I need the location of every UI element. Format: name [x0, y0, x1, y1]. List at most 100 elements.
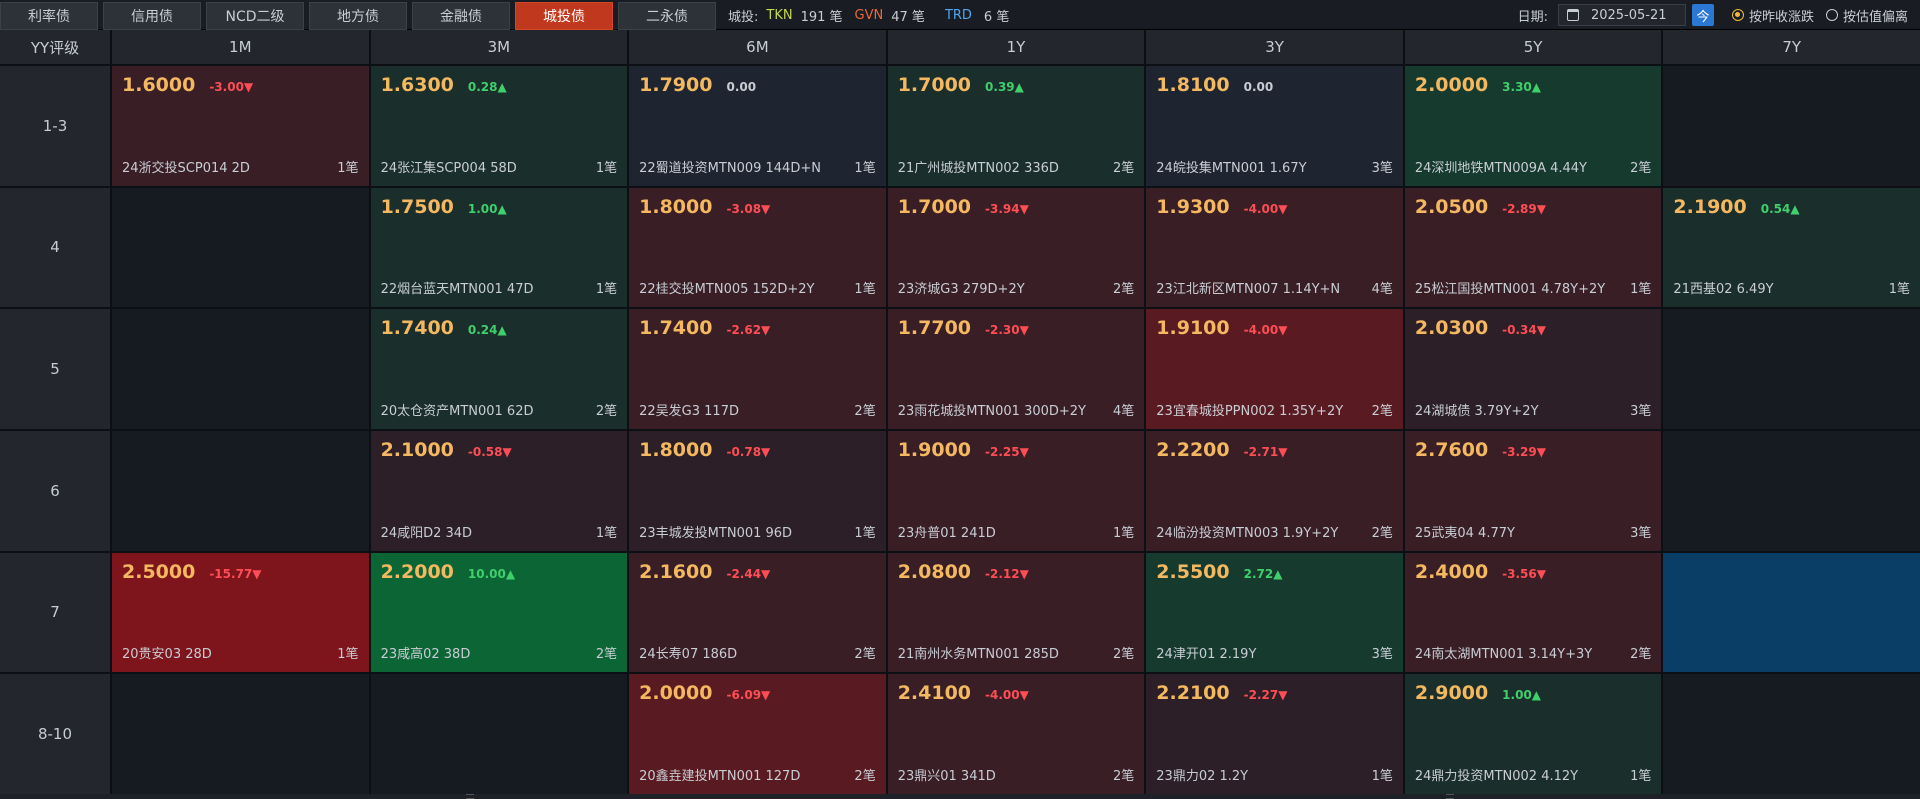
cell-yield: 2.2200	[1156, 438, 1230, 461]
yield-matrix: YY评级 1M 3M 6M 1Y 3Y 5Y 7Y 1-3 1.6000 -3.00▼ 24浙交投SC…	[0, 30, 1920, 794]
cell-yield: 2.1000	[380, 438, 454, 461]
cell-bond-name: 23鼎兴01 341D	[897, 768, 996, 784]
splitter-handle-icon[interactable]	[466, 794, 474, 799]
date-picker[interactable]: 2025-05-21	[1557, 4, 1686, 26]
matrix-cell[interactable]: 2.0000 -6.09▼ 20鑫垚建投MTN001 127D 2笔	[629, 674, 886, 794]
cell-yield: 2.1600	[639, 560, 713, 583]
bottom-splitter[interactable]	[0, 794, 1920, 799]
matrix-cell[interactable]: 1.8000 -3.08▼ 22桂交投MTN005 152D+2Y 1笔	[629, 187, 886, 308]
cell-bond-name: 21广州城投MTN002 336D	[897, 160, 1059, 176]
matrix-cell[interactable]: 2.9000 1.00▲ 24鼎力投资MTN002 4.12Y 1笔	[1404, 674, 1662, 794]
cell-trade-count: 2笔	[854, 403, 876, 419]
calendar-icon[interactable]	[1566, 9, 1579, 21]
tenor-header-1[interactable]: 3M	[370, 30, 628, 64]
radio-by-prev-close[interactable]: 按昨收涨跌	[1731, 6, 1814, 25]
tab-2[interactable]: NCD二级	[206, 2, 304, 30]
cell-bond-name: 20贵安03 28D	[122, 647, 212, 663]
splitter-handle-icon[interactable]	[1446, 794, 1454, 799]
matrix-cell[interactable]: 1.7000 -3.94▼ 23济城G3 279D+2Y 2笔	[887, 187, 1145, 308]
matrix-cell[interactable]: 2.5000 -15.77▼ 20贵安03 28D 1笔	[112, 552, 369, 673]
matrix-cell[interactable]: 1.7500 1.00▲ 22烟台蓝天MTN001 47D 1笔	[370, 187, 628, 308]
matrix-cell[interactable]: 1.7400 0.24▲ 20太仓资产MTN001 62D 2笔	[370, 309, 628, 429]
matrix-cell[interactable]: 2.5500 2.72▲ 24津开01 2.19Y 3笔	[1146, 552, 1403, 673]
cell-trade-count: 4笔	[1113, 403, 1135, 419]
matrix-cell[interactable]: 2.0000 3.30▲ 24深圳地铁MTN009A 4.44Y 2笔	[1404, 66, 1662, 186]
tab-1[interactable]: 信用债	[103, 2, 201, 30]
tab-3[interactable]: 地方债	[309, 2, 407, 30]
cell-bond-name: 22桂交投MTN005 152D+2Y	[639, 282, 815, 298]
matrix-cell[interactable]: 2.2000 10.00▲ 23咸高02 38D 2笔	[370, 552, 628, 673]
tenor-header-5[interactable]: 5Y	[1404, 30, 1662, 64]
cell-trade-count: 1笔	[854, 525, 876, 541]
cell-change: 0.24▲	[467, 323, 507, 338]
matrix-cell[interactable]: 1.9100 -4.00▼ 23宜春城投PPN002 1.35Y+2Y 2笔	[1146, 309, 1403, 429]
cell-bond-name: 24临汾投资MTN003 1.9Y+2Y	[1156, 525, 1339, 541]
cell-trade-count: 2笔	[1630, 647, 1652, 663]
today-button[interactable]: 今	[1691, 4, 1714, 26]
cell-yield: 1.7000	[897, 74, 972, 96]
matrix-cell[interactable]: 2.1600 -2.44▼ 24长寿07 186D 2笔	[629, 552, 886, 673]
matrix-cell[interactable]: 1.6300 0.28▲ 24张江集SCP004 58D 1笔	[370, 66, 628, 186]
tenor-header-0[interactable]: 1M	[112, 30, 369, 64]
cell-bond-name: 24鼎力投资MTN002 4.12Y	[1414, 768, 1579, 784]
matrix-cell[interactable]: 1.8100 0.00 24皖投集MTN001 1.67Y 3笔	[1146, 66, 1403, 186]
matrix-cell[interactable]: 1.9000 -2.25▼ 23舟普01 241D 1笔	[887, 430, 1145, 551]
cell-change: -4.00▼	[985, 688, 1029, 703]
matrix-cell[interactable]: 2.1000 -0.58▼ 24咸阳D2 34D 1笔	[370, 430, 628, 551]
cell-trade-count: 2笔	[1113, 647, 1135, 663]
matrix-cell[interactable]	[1663, 552, 1920, 673]
cell-change: -3.29▼	[1502, 444, 1546, 459]
matrix-cell[interactable]: 1.7400 -2.62▼ 22吴发G3 117D 2笔	[629, 309, 886, 429]
category-tabs: 利率债 信用债 NCD二级 地方债 金融债 城投债 二永债	[0, 0, 721, 30]
cell-bond-name: 23江北新区MTN007 1.14Y+N	[1156, 282, 1341, 298]
matrix-cell[interactable]: 2.0300 -0.34▼ 24湖城债 3.79Y+2Y 3笔	[1404, 309, 1662, 429]
cell-bond-name: 24浙交投SCP014 2D	[122, 160, 250, 176]
cell-bond-name: 20鑫垚建投MTN001 127D	[639, 768, 801, 784]
cell-yield: 1.6000	[122, 74, 196, 96]
cell-bond-name: 22吴发G3 117D	[639, 403, 739, 419]
tab-4[interactable]: 金融债	[412, 2, 510, 30]
tenor-header-2[interactable]: 6M	[629, 30, 886, 64]
matrix-cell[interactable]: 1.7000 0.39▲ 21广州城投MTN002 336D 2笔	[887, 66, 1145, 186]
matrix-cell[interactable]: 2.7600 -3.29▼ 25武夷04 4.77Y 3笔	[1404, 430, 1662, 551]
matrix-cell[interactable]: 2.0500 -2.89▼ 25松江国投MTN001 4.78Y+2Y 1笔	[1404, 187, 1662, 308]
matrix-cell[interactable]: 2.4000 -3.56▼ 24南太湖MTN001 3.14Y+3Y 2笔	[1404, 552, 1662, 673]
cell-trade-count: 1笔	[1113, 525, 1135, 541]
cell-yield: 2.4100	[897, 682, 972, 705]
matrix-cell[interactable]: 2.4100 -4.00▼ 23鼎兴01 341D 2笔	[887, 674, 1145, 794]
matrix-cell[interactable]: 2.2100 -2.27▼ 23鼎力02 1.2Y 1笔	[1146, 674, 1403, 794]
cell-bond-name: 24皖投集MTN001 1.67Y	[1156, 160, 1307, 176]
matrix-cell[interactable]: 1.8000 -0.78▼ 23丰城发投MTN001 96D 1笔	[629, 430, 886, 551]
cell-trade-count: 1笔	[1371, 768, 1393, 784]
cell-bond-name: 23济城G3 279D+2Y	[897, 282, 1025, 298]
matrix-cell[interactable]: 1.7700 -2.30▼ 23雨花城投MTN001 300D+2Y 4笔	[887, 309, 1145, 429]
cell-trade-count: 2笔	[1113, 282, 1135, 298]
matrix-cell[interactable]: 1.9300 -4.00▼ 23江北新区MTN007 1.14Y+N 4笔	[1146, 187, 1403, 308]
matrix-cell[interactable]: 2.2200 -2.71▼ 24临汾投资MTN003 1.9Y+2Y 2笔	[1146, 430, 1403, 551]
radio-by-valuation[interactable]: 按估值偏离	[1825, 6, 1908, 25]
cell-bond-name: 20太仓资产MTN001 62D	[380, 403, 534, 419]
tab-0[interactable]: 利率债	[0, 2, 98, 30]
tab-5[interactable]: 城投债	[515, 2, 613, 30]
tenor-header-6[interactable]: 7Y	[1663, 30, 1920, 64]
radio-by-valuation-label: 按估值偏离	[1842, 9, 1908, 25]
cell-trade-count: 3笔	[1630, 403, 1652, 419]
gvn-value: 47 笔	[891, 9, 925, 25]
rating-column-header: YY评级	[0, 30, 110, 64]
matrix-cell[interactable]: 1.7900 0.00 22蜀道投资MTN009 144D+N 1笔	[629, 66, 886, 186]
date-label: 日期:	[1517, 9, 1548, 25]
matrix-cell	[112, 309, 369, 429]
tenor-header-4[interactable]: 3Y	[1146, 30, 1403, 64]
rating-row-label: 8-10	[0, 674, 110, 794]
matrix-cell[interactable]: 1.6000 -3.00▼ 24浙交投SCP014 2D 1笔	[112, 66, 369, 186]
trd-value: 6 笔	[983, 9, 1010, 25]
tab-6[interactable]: 二永债	[618, 2, 716, 30]
rating-row-label: 6	[0, 430, 110, 551]
cell-change: -3.56▼	[1502, 566, 1546, 581]
matrix-cell[interactable]: 2.0800 -2.12▼ 21南州水务MTN001 285D 2笔	[887, 552, 1145, 673]
cell-trade-count: 2笔	[854, 768, 876, 784]
matrix-cell[interactable]: 2.1900 0.54▲ 21西基02 6.49Y 1笔	[1663, 187, 1920, 308]
cell-change: -2.44▼	[726, 566, 771, 581]
tenor-header-3[interactable]: 1Y	[887, 30, 1145, 64]
cell-bond-name: 24长寿07 186D	[639, 647, 738, 663]
